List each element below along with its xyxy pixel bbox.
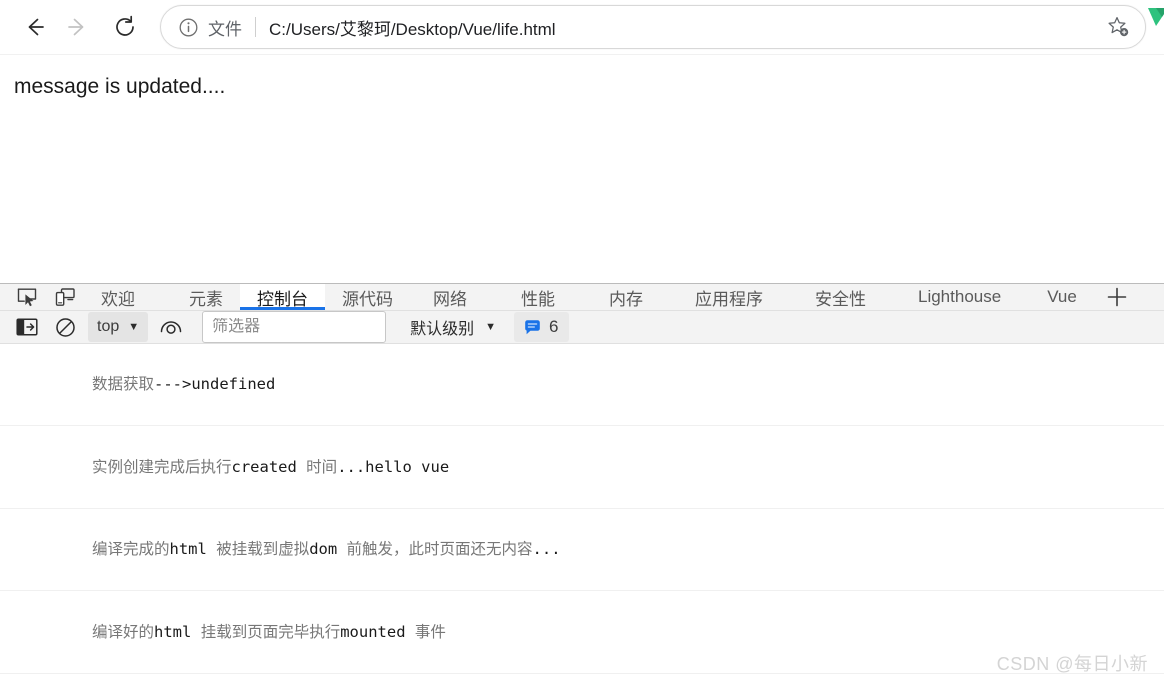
tab-label: 网络 — [433, 289, 467, 309]
tab-label: Lighthouse — [918, 287, 1002, 306]
console-log-row[interactable]: 数据获取--->undefined — [0, 344, 1164, 427]
tab-label: 内存 — [609, 289, 643, 309]
message-count-badge[interactable]: 6 — [514, 312, 569, 342]
log-text-segment: mounted — [340, 622, 415, 641]
console-log-row-vue-warning[interactable]: You are running Vue in development mode.… — [0, 674, 1164, 686]
log-text-segment: ... — [532, 540, 561, 559]
console-filter-box[interactable] — [202, 311, 387, 343]
log-text-segment: 数据获取 — [92, 375, 155, 394]
tab-label: 欢迎 — [101, 289, 135, 309]
search-input[interactable] — [212, 318, 377, 336]
tab-console[interactable]: 控制台 — [240, 284, 325, 310]
forward-button[interactable] — [56, 6, 98, 48]
log-text-segment: 被挂载到虚拟 — [216, 540, 310, 559]
log-text-segment: ...hello vue — [337, 457, 450, 476]
chevron-down-icon: ▼ — [128, 321, 140, 333]
clear-console-icon[interactable] — [48, 312, 82, 342]
back-arrow-icon — [28, 18, 44, 36]
console-toolbar: top ▼ 默认级别 ▼ 6 — [0, 311, 1164, 344]
devtools-panel: 欢迎 元素 控制台 源代码 网络 性能 内存 应用程序 安全性 Lighthou… — [0, 283, 1164, 686]
address-scheme-label: 文件 — [208, 19, 242, 39]
info-circle-icon[interactable] — [177, 16, 199, 38]
tab-label: 源代码 — [342, 289, 393, 309]
message-bubble-icon — [524, 319, 541, 336]
tab-label: 性能 — [521, 289, 555, 309]
devtools-tabbar: 欢迎 元素 控制台 源代码 网络 性能 内存 应用程序 安全性 Lighthou… — [0, 284, 1164, 311]
chevron-down-icon: ▼ — [485, 321, 497, 333]
back-button[interactable] — [14, 6, 56, 48]
device-toolbar-icon[interactable] — [46, 284, 84, 310]
tab-welcome[interactable]: 欢迎 — [84, 284, 152, 310]
page-message-text: message is updated.... — [14, 75, 226, 98]
console-log-list[interactable]: 数据获取--->undefined 实例创建完成后执行created 时间...… — [0, 344, 1164, 686]
tab-label: 应用程序 — [695, 289, 763, 309]
message-count-value: 6 — [549, 317, 559, 336]
tab-memory[interactable]: 内存 — [592, 284, 660, 310]
log-text-segment: 编译完成的 — [92, 540, 170, 559]
console-log-row[interactable]: 编译好的html 挂载到页面完毕执行mounted 事件 — [0, 591, 1164, 674]
tab-label: Vue — [1047, 287, 1077, 306]
tab-elements[interactable]: 元素 — [172, 284, 240, 310]
tab-application[interactable]: 应用程序 — [678, 284, 780, 310]
tab-label: 控制台 — [257, 289, 308, 309]
log-text-segment: 挂载到页面完毕执行 — [200, 622, 341, 641]
watermark: CSDN @每日小新 — [996, 654, 1148, 674]
forward-arrow-icon — [68, 18, 84, 36]
address-url-text[interactable]: C:/Users/艾黎珂/Desktop/Vue/life.html — [269, 15, 1105, 40]
address-bar[interactable]: 文件 C:/Users/艾黎珂/Desktop/Vue/life.html — [160, 5, 1146, 49]
tab-label: 安全性 — [815, 289, 866, 309]
reload-button[interactable] — [104, 6, 146, 48]
tab-label: 元素 — [189, 289, 223, 309]
log-text-segment: dom — [309, 540, 347, 559]
log-text-segment: 前触发，此时页面还无内容 — [346, 540, 533, 559]
log-text-segment: 时间 — [306, 457, 338, 476]
log-text-segment: html — [154, 622, 201, 641]
log-text-segment: html — [169, 540, 217, 559]
execution-context-value: top — [97, 318, 120, 335]
tab-sources[interactable]: 源代码 — [325, 284, 410, 310]
page-viewport: message is updated.... — [0, 54, 1164, 283]
execution-context-dropdown[interactable]: top ▼ — [88, 312, 149, 342]
log-text-segment: 实例创建完成后执行 — [92, 457, 232, 476]
address-separator — [255, 17, 256, 37]
inspect-element-icon[interactable] — [8, 284, 46, 310]
live-expression-eye-icon[interactable] — [154, 312, 188, 342]
log-level-dropdown[interactable]: 默认级别 ▼ — [410, 315, 496, 339]
tab-vue[interactable]: Vue — [1030, 284, 1094, 310]
tab-performance[interactable]: 性能 — [504, 284, 572, 310]
browser-chrome: 文件 C:/Users/艾黎珂/Desktop/Vue/life.html — [0, 0, 1164, 54]
console-log-row[interactable]: 实例创建完成后执行created 时间...hello vue — [0, 426, 1164, 509]
more-tabs-plus-icon[interactable] — [1094, 284, 1140, 310]
tab-lighthouse[interactable]: Lighthouse — [901, 284, 1018, 310]
console-sidebar-icon[interactable] — [10, 312, 44, 342]
log-text-segment: created — [231, 457, 307, 476]
star-add-bookmark-icon[interactable] — [1105, 14, 1131, 40]
log-text-segment: --->undefined — [154, 375, 276, 394]
tab-network[interactable]: 网络 — [416, 284, 484, 310]
log-text-segment: 编译好的 — [92, 622, 155, 641]
console-log-row[interactable]: 编译完成的html 被挂载到虚拟dom 前触发，此时页面还无内容... — [0, 509, 1164, 592]
log-level-label: 默认级别 — [410, 321, 475, 338]
tab-security[interactable]: 安全性 — [798, 284, 883, 310]
log-text-segment: 事件 — [414, 622, 446, 641]
reload-icon — [116, 15, 134, 36]
